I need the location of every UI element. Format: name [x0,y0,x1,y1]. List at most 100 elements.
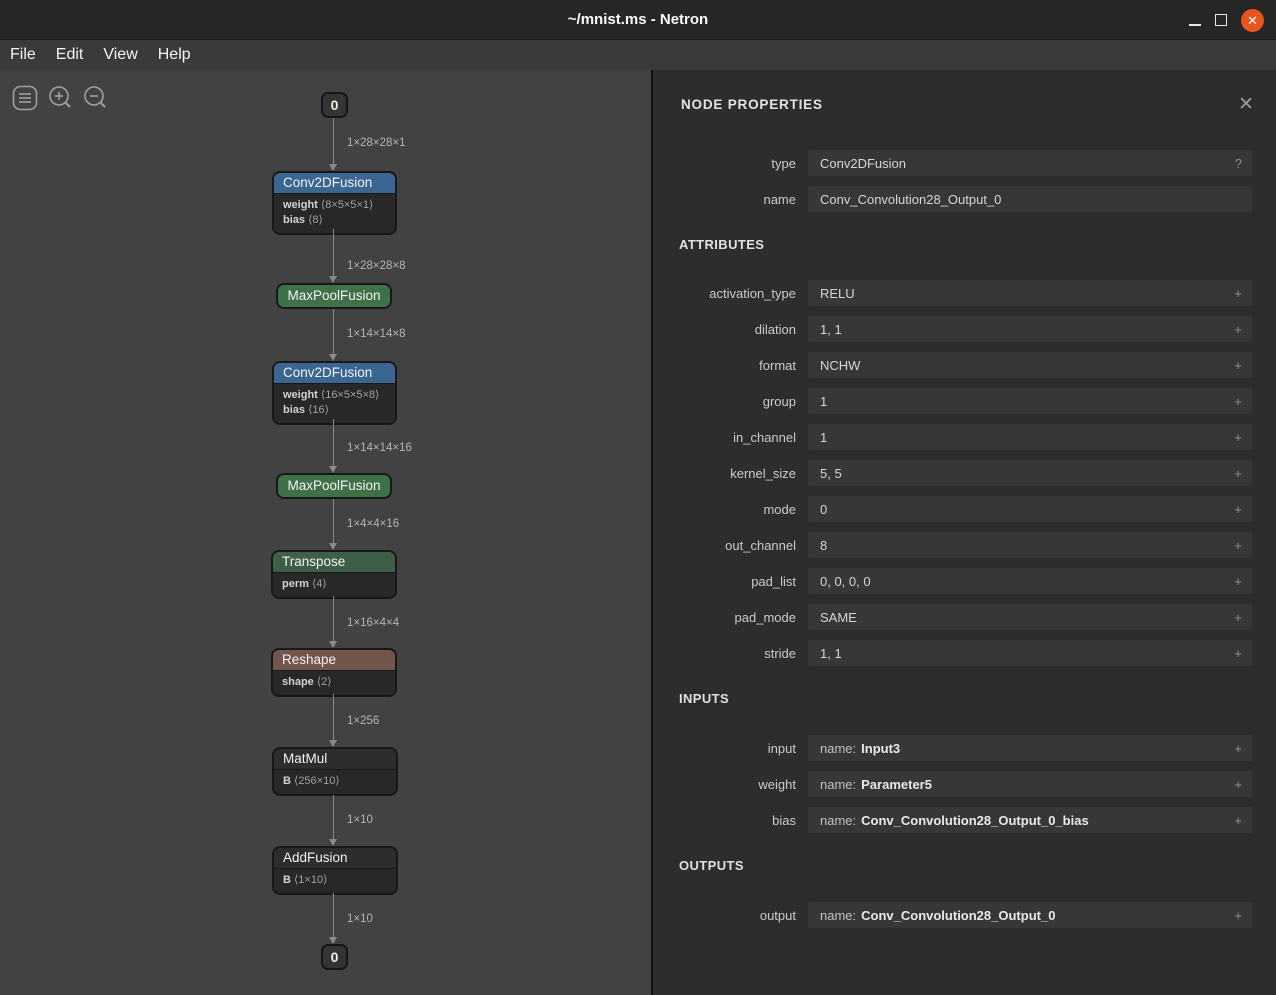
output-field[interactable]: name: Conv_Convolution28_Output_0 + [808,902,1252,928]
attribute-field[interactable]: 1 + [808,388,1252,414]
node-conv2dfusion-1[interactable]: Conv2DFusion weight ⟨8×5×5×1⟩ bias ⟨8⟩ [272,171,397,235]
edge-line [333,118,334,164]
name-prefix: name: [820,777,856,792]
node-reshape[interactable]: Reshape shape ⟨2⟩ [271,648,397,697]
expand-plus-icon[interactable]: + [1226,394,1242,409]
attribute-value: 0, 0, 0, 0 [820,574,871,589]
graph-input-node[interactable]: 0 [321,92,348,118]
type-field[interactable]: Conv2DFusion ? [808,150,1252,176]
arrow-down-icon [329,466,337,473]
attribute-field[interactable]: RELU + [808,280,1252,306]
node-maxpoolfusion-2[interactable]: MaxPoolFusion [276,473,392,499]
node-params: perm ⟨4⟩ [273,572,395,597]
attribute-field[interactable]: SAME + [808,604,1252,630]
input-row: bias name: Conv_Convolution28_Output_0_b… [653,807,1252,833]
close-icon: ✕ [1247,14,1258,27]
menu-file[interactable]: File [0,46,46,64]
expand-plus-icon[interactable]: + [1226,538,1242,553]
expand-plus-icon[interactable]: + [1226,466,1242,481]
node-param[interactable]: bias ⟨16⟩ [283,403,386,418]
node-param[interactable]: B ⟨1×10⟩ [283,873,387,888]
close-button[interactable]: ✕ [1241,9,1264,32]
attribute-value: 5, 5 [820,466,842,481]
node-title[interactable]: MatMul [274,749,396,769]
node-title[interactable]: Transpose [273,552,395,572]
edge-line [333,893,334,937]
panel-header: NODE PROPERTIES ✕ [653,70,1276,114]
attribute-row: kernel_size 5, 5 + [653,460,1252,486]
zoom-out-icon[interactable] [82,85,108,111]
attribute-value: 8 [820,538,827,553]
maximize-button[interactable] [1215,14,1227,26]
edge-line [333,795,334,839]
arrow-down-icon [329,276,337,283]
name-prefix: name: [820,908,856,923]
property-label: type [653,156,796,171]
attribute-label: pad_list [653,574,796,589]
input-field[interactable]: name: Parameter5 + [808,771,1252,797]
expand-plus-icon[interactable]: + [1226,646,1242,661]
attribute-value: NCHW [820,358,860,373]
expand-plus-icon[interactable]: + [1226,908,1242,923]
arrow-down-icon [329,937,337,944]
expand-plus-icon[interactable]: + [1226,777,1242,792]
attribute-field[interactable]: 0, 0, 0, 0 + [808,568,1252,594]
expand-plus-icon[interactable]: + [1226,502,1242,517]
expand-plus-icon[interactable]: + [1226,430,1242,445]
expand-plus-icon[interactable]: + [1226,286,1242,301]
node-title[interactable]: Conv2DFusion [274,363,395,383]
node-param[interactable]: shape ⟨2⟩ [282,675,386,690]
node-matmul[interactable]: MatMul B ⟨256×10⟩ [272,747,398,796]
node-title[interactable]: Conv2DFusion [274,173,395,193]
panel-close-icon[interactable]: ✕ [1238,95,1254,114]
type-help-icon[interactable]: ? [1227,156,1242,171]
name-prefix: name: [820,813,856,828]
expand-plus-icon[interactable]: + [1226,813,1242,828]
attribute-value: 1 [820,394,827,409]
menu-icon[interactable] [12,85,38,111]
panel-title: NODE PROPERTIES [681,97,823,112]
node-conv2dfusion-2[interactable]: Conv2DFusion weight ⟨16×5×5×8⟩ bias ⟨16⟩ [272,361,397,425]
expand-plus-icon[interactable]: + [1226,574,1242,589]
attribute-field[interactable]: 0 + [808,496,1252,522]
menu-view[interactable]: View [93,46,147,64]
input-field[interactable]: name: Conv_Convolution28_Output_0_bias + [808,807,1252,833]
attribute-row: in_channel 1 + [653,424,1252,450]
attribute-value: 1 [820,430,827,445]
input-label: bias [653,813,796,828]
attribute-field[interactable]: 1, 1 + [808,640,1252,666]
attribute-field[interactable]: 1, 1 + [808,316,1252,342]
attribute-value: 1, 1 [820,322,842,337]
input-field[interactable]: name: Input3 + [808,735,1252,761]
menu-help[interactable]: Help [148,46,201,64]
attribute-row: mode 0 + [653,496,1252,522]
node-title[interactable]: Reshape [273,650,395,670]
expand-plus-icon[interactable]: + [1226,358,1242,373]
node-title[interactable]: AddFusion [274,848,396,868]
graph-canvas[interactable]: 0 1×28×28×1 Conv2DFusion weight ⟨8×5×5×1… [0,70,651,995]
node-transpose[interactable]: Transpose perm ⟨4⟩ [271,550,397,599]
input-row: input name: Input3 + [653,735,1252,761]
zoom-in-icon[interactable] [47,85,73,111]
attribute-field[interactable]: NCHW + [808,352,1252,378]
node-maxpoolfusion-1[interactable]: MaxPoolFusion [276,283,392,309]
menu-edit[interactable]: Edit [46,46,94,64]
node-params: weight ⟨16×5×5×8⟩ bias ⟨16⟩ [274,383,395,423]
attribute-field[interactable]: 8 + [808,532,1252,558]
node-addfusion[interactable]: AddFusion B ⟨1×10⟩ [272,846,398,895]
attribute-field[interactable]: 1 + [808,424,1252,450]
node-param[interactable]: weight ⟨8×5×5×1⟩ [283,198,386,213]
expand-plus-icon[interactable]: + [1226,741,1242,756]
node-param[interactable]: perm ⟨4⟩ [282,577,386,592]
graph-output-node[interactable]: 0 [321,944,348,970]
node-param[interactable]: weight ⟨16×5×5×8⟩ [283,388,386,403]
name-field[interactable]: Conv_Convolution28_Output_0 [808,186,1252,212]
minimize-button[interactable] [1189,0,1201,40]
expand-plus-icon[interactable]: + [1226,610,1242,625]
attribute-field[interactable]: 5, 5 + [808,460,1252,486]
node-param[interactable]: bias ⟨8⟩ [283,213,386,228]
edge-label: 1×28×28×1 [347,137,406,149]
node-param[interactable]: B ⟨256×10⟩ [283,774,387,789]
edge-label: 1×14×14×16 [347,442,412,454]
expand-plus-icon[interactable]: + [1226,322,1242,337]
